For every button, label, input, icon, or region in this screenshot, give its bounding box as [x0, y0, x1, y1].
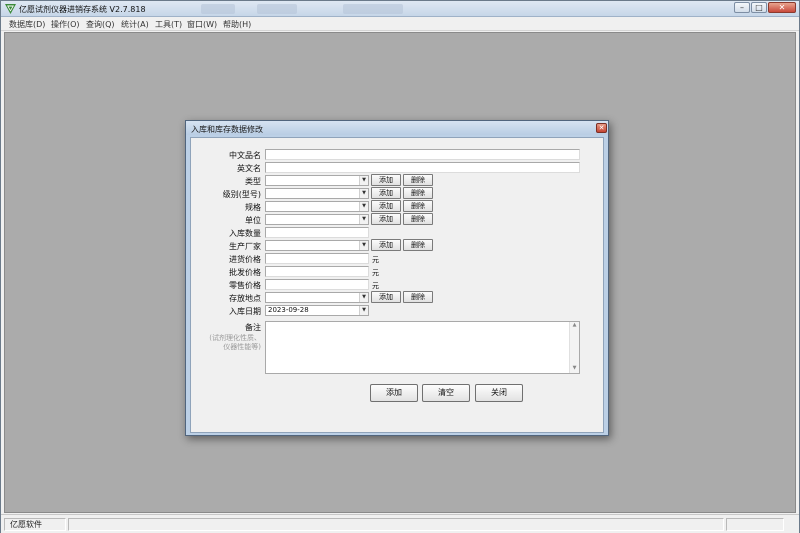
- cn-name-label: 中文品名: [229, 151, 261, 160]
- menu-bar: 数据库(D) 操作(O) 查询(Q) 统计(A) 工具(T) 窗口(W) 帮助(…: [1, 17, 799, 31]
- retail-price-input[interactable]: [265, 279, 369, 290]
- wholesale-currency-label: 元: [372, 269, 379, 277]
- date-value: 2023-09-28: [268, 306, 309, 314]
- close-dialog-button[interactable]: 关闭: [475, 384, 523, 402]
- scroll-down-icon[interactable]: ▼: [570, 365, 579, 371]
- level-select[interactable]: ▼: [265, 188, 369, 199]
- spec-delete-button[interactable]: 删除: [403, 200, 433, 212]
- remark-hint: (试剂理化性质、仪器性能等): [209, 334, 261, 351]
- app-title: 亿愿试剂仪器进销存系统 V2.7.818: [19, 5, 146, 14]
- remark-label: 备注: [245, 323, 261, 332]
- unit-label: 单位: [245, 216, 261, 225]
- spec-add-button[interactable]: 添加: [371, 200, 401, 212]
- unit-delete-button[interactable]: 删除: [403, 213, 433, 225]
- date-picker[interactable]: 2023-09-28 ▼: [265, 305, 369, 316]
- maker-label: 生产厂家: [229, 242, 261, 251]
- background-tab: [343, 4, 403, 14]
- qty-label: 入库数量: [229, 229, 261, 238]
- type-delete-button[interactable]: 删除: [403, 174, 433, 186]
- status-pane-extra: [726, 518, 784, 531]
- type-label: 类型: [245, 177, 261, 186]
- status-company: 亿愿软件: [4, 518, 66, 531]
- maximize-button[interactable]: □: [751, 2, 767, 13]
- purchase-price-input[interactable]: [265, 253, 369, 264]
- dropdown-arrow-icon: ▼: [359, 306, 368, 315]
- qty-input[interactable]: [265, 227, 369, 238]
- en-name-label: 英文名: [237, 164, 261, 173]
- wholesale-price-input[interactable]: [265, 266, 369, 277]
- en-name-input[interactable]: [265, 162, 580, 173]
- edit-stock-dialog: 入库和库存数据修改 ✕ 中文品名 英文名 类型 ▼ 添加 删除 级别(型号) ▼…: [185, 120, 609, 436]
- menu-window[interactable]: 窗口(W): [187, 19, 217, 30]
- dropdown-arrow-icon: ▼: [359, 189, 368, 198]
- menu-query[interactable]: 查询(Q): [86, 19, 115, 30]
- unit-add-button[interactable]: 添加: [371, 213, 401, 225]
- dropdown-arrow-icon: ▼: [359, 176, 368, 185]
- type-select[interactable]: ▼: [265, 175, 369, 186]
- app-logo-icon: [5, 4, 16, 14]
- location-label: 存放地点: [229, 294, 261, 303]
- spec-select[interactable]: ▼: [265, 201, 369, 212]
- maker-select[interactable]: ▼: [265, 240, 369, 251]
- dropdown-arrow-icon: ▼: [359, 293, 368, 302]
- location-add-button[interactable]: 添加: [371, 291, 401, 303]
- menu-database[interactable]: 数据库(D): [9, 19, 45, 30]
- dropdown-arrow-icon: ▼: [359, 241, 368, 250]
- retail-currency-label: 元: [372, 282, 379, 290]
- background-tab: [201, 4, 235, 14]
- location-select[interactable]: ▼: [265, 292, 369, 303]
- level-add-button[interactable]: 添加: [371, 187, 401, 199]
- menu-help[interactable]: 帮助(H): [223, 19, 251, 30]
- retail-price-label: 零售价格: [229, 281, 261, 290]
- dialog-title: 入库和库存数据修改: [191, 125, 263, 134]
- minimize-button[interactable]: –: [734, 2, 750, 13]
- dropdown-arrow-icon: ▼: [359, 202, 368, 211]
- add-button[interactable]: 添加: [370, 384, 418, 402]
- background-tab: [257, 4, 297, 14]
- title-bar: 亿愿试剂仪器进销存系统 V2.7.818 – □ ✕: [1, 1, 799, 17]
- location-delete-button[interactable]: 删除: [403, 291, 433, 303]
- menu-statistics[interactable]: 统计(A): [121, 19, 149, 30]
- purchase-currency-label: 元: [372, 256, 379, 264]
- spec-label: 规格: [245, 203, 261, 212]
- unit-select[interactable]: ▼: [265, 214, 369, 225]
- remark-scrollbar[interactable]: ▲ ▼: [569, 322, 579, 373]
- dialog-close-button[interactable]: ✕: [596, 123, 607, 133]
- status-bar: 亿愿软件: [1, 514, 799, 533]
- type-add-button[interactable]: 添加: [371, 174, 401, 186]
- maker-delete-button[interactable]: 删除: [403, 239, 433, 251]
- dialog-title-bar: 入库和库存数据修改 ✕: [186, 121, 608, 135]
- date-label: 入库日期: [229, 307, 261, 316]
- dialog-body: 中文品名 英文名 类型 ▼ 添加 删除 级别(型号) ▼ 添加 删除 规格 ▼ …: [190, 137, 604, 433]
- dropdown-arrow-icon: ▼: [359, 215, 368, 224]
- remark-textarea[interactable]: ▲ ▼: [265, 321, 580, 374]
- level-label: 级别(型号): [222, 190, 261, 199]
- status-pane-main: [68, 518, 724, 531]
- clear-button[interactable]: 清空: [422, 384, 470, 402]
- purchase-price-label: 进货价格: [229, 255, 261, 264]
- maker-add-button[interactable]: 添加: [371, 239, 401, 251]
- cn-name-input[interactable]: [265, 149, 580, 160]
- menu-operate[interactable]: 操作(O): [51, 19, 80, 30]
- level-delete-button[interactable]: 删除: [403, 187, 433, 199]
- menu-tools[interactable]: 工具(T): [155, 19, 182, 30]
- close-button[interactable]: ✕: [768, 2, 796, 13]
- scroll-up-icon[interactable]: ▲: [570, 322, 579, 328]
- wholesale-price-label: 批发价格: [229, 268, 261, 277]
